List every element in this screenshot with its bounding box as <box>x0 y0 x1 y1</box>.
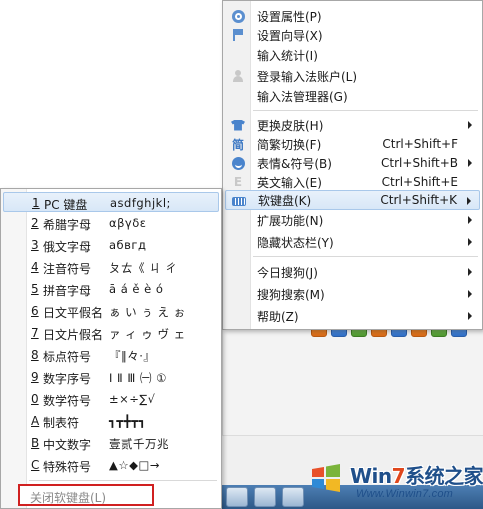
soft-keyboard-math[interactable]: 0 数学符号 ±×÷∑√ <box>3 389 219 409</box>
soft-keyboard-box-drawing[interactable]: A 制表符 ┓┳╋┳┓ <box>3 411 219 431</box>
submenu-arrow-icon <box>468 216 472 224</box>
menu-item-emoji-symbols[interactable]: 表情&符号(B) Ctrl+Shift+B <box>225 153 480 173</box>
menu-item-hide-statusbar[interactable]: 隐藏状态栏(Y) <box>225 232 480 252</box>
ime-context-menu: 设置属性(P) 设置向导(X) 输入统计(I) 登录输入法账户(L) 输入法管理… <box>222 0 483 330</box>
smiley-icon <box>230 155 246 171</box>
submenu-arrow-icon <box>468 268 472 276</box>
menu-item-help[interactable]: 帮助(Z) <box>225 306 480 326</box>
shirt-icon <box>230 117 246 133</box>
submenu-arrow-icon <box>468 159 472 167</box>
menu-item-english-input[interactable]: E 英文输入(E) Ctrl+Shift+E <box>225 172 480 192</box>
menu-separator <box>253 110 478 111</box>
menu-item-input-stats[interactable]: 输入统计(I) <box>225 45 480 65</box>
submenu-arrow-icon <box>468 290 472 298</box>
soft-keyboard-russian[interactable]: 3 俄文字母 абвгд <box>3 235 219 255</box>
menu-item-setup-wizard[interactable]: 设置向导(X) <box>225 25 480 45</box>
keyboard-icon <box>231 193 247 209</box>
soft-keyboard-special-symbols[interactable]: C 特殊符号 ▲☆◆□→ <box>3 455 219 475</box>
menu-separator <box>29 480 217 481</box>
menu-item-extensions[interactable]: 扩展功能(N) <box>225 210 480 230</box>
english-icon: E <box>233 175 243 189</box>
flag-icon <box>230 27 246 43</box>
soft-keyboard-punctuation[interactable]: 8 标点符号 『‖々·』 <box>3 345 219 365</box>
soft-keyboard-submenu: 1 PC 键盘 asdfghjkl; 2 希腊字母 αβγδε 3 俄文字母 а… <box>0 188 222 509</box>
watermark: Win7系统之家 Www.Winwin7.com <box>300 450 483 509</box>
user-icon <box>230 68 246 84</box>
windows-logo-icon <box>312 464 340 492</box>
menu-item-today-sogou[interactable]: 今日搜狗(J) <box>225 262 480 282</box>
close-soft-keyboard-button[interactable]: 关闭软键盘(L) <box>18 484 154 506</box>
submenu-arrow-icon <box>468 312 472 320</box>
menu-item-ime-manager[interactable]: 输入法管理器(G) <box>225 86 480 106</box>
soft-keyboard-katakana[interactable]: 7 日文片假名 ァ ィ ゥ ヴ ェ <box>3 323 219 343</box>
soft-keyboard-chinese-numerals[interactable]: B 中文数字 壹贰千万兆 <box>3 433 219 453</box>
soft-keyboard-pinyin[interactable]: 5 拼音字母 ā á ě è ó <box>3 279 219 299</box>
menu-item-soft-keyboard[interactable]: 软键盘(K) Ctrl+Shift+K <box>225 190 480 210</box>
taskbar-button[interactable] <box>254 487 276 507</box>
simplified-icon: 简 <box>231 137 244 152</box>
menu-item-login-account[interactable]: 登录输入法账户(L) <box>225 66 480 86</box>
submenu-arrow-icon <box>468 121 472 129</box>
taskbar-button[interactable] <box>226 487 248 507</box>
menu-separator <box>253 256 478 257</box>
menu-item-simplified-traditional[interactable]: 简 简繁切换(F) Ctrl+Shift+F <box>225 134 480 154</box>
soft-keyboard-pc[interactable]: 1 PC 键盘 asdfghjkl; <box>3 192 219 212</box>
gear-icon <box>230 8 246 24</box>
menu-item-change-skin[interactable]: 更换皮肤(H) <box>225 115 480 135</box>
submenu-arrow-icon <box>468 238 472 246</box>
soft-keyboard-zhuyin[interactable]: 4 注音符号 ㄆㄊ《 ㄐ ㄔ <box>3 257 219 277</box>
submenu-arrow-icon <box>467 197 471 205</box>
soft-keyboard-number-ordinals[interactable]: 9 数字序号 Ⅰ Ⅱ Ⅲ ㈠ ① <box>3 367 219 387</box>
watermark-title: Win7系统之家 <box>350 464 483 488</box>
watermark-url: Www.Winwin7.com <box>356 488 454 500</box>
menu-item-settings[interactable]: 设置属性(P) <box>225 6 480 26</box>
menu-item-sogou-search[interactable]: 搜狗搜索(M) <box>225 284 480 304</box>
soft-keyboard-hiragana[interactable]: 6 日文平假名 ぁ い ぅ え ぉ <box>3 301 219 321</box>
soft-keyboard-greek[interactable]: 2 希腊字母 αβγδε <box>3 213 219 233</box>
